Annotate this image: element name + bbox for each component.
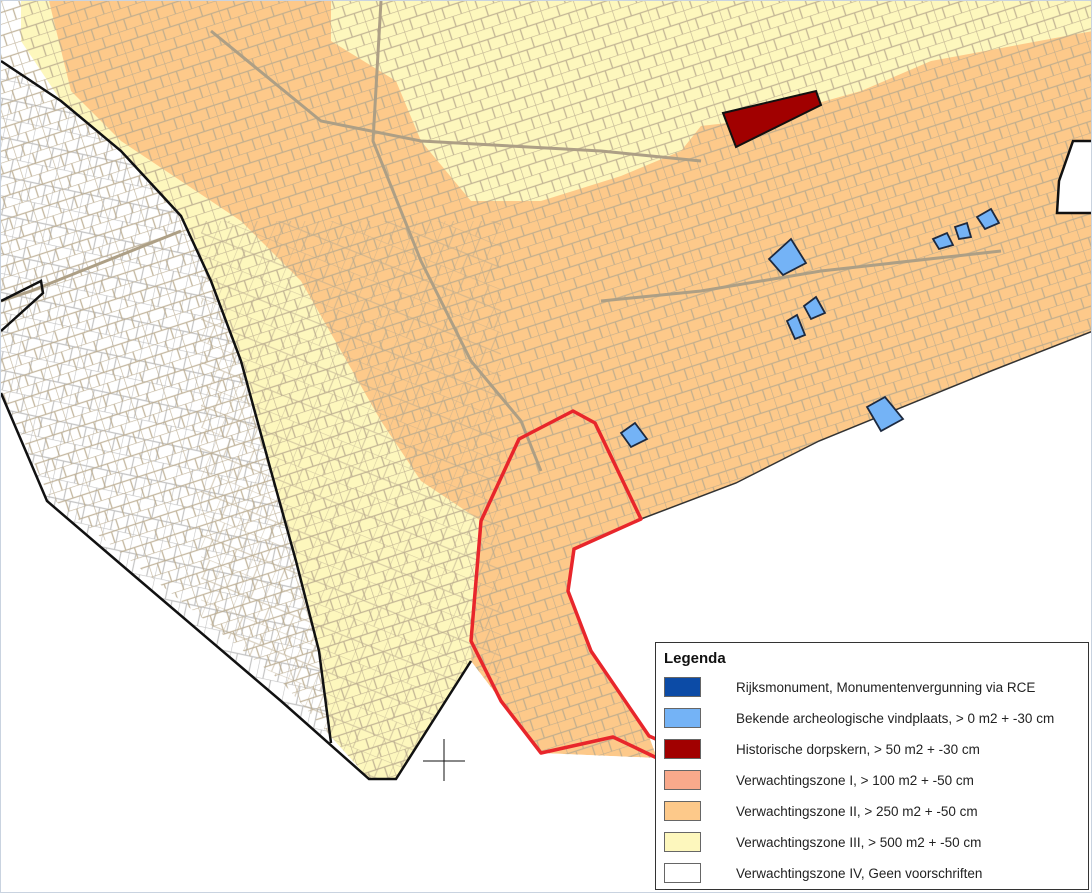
legend-swatch <box>664 677 701 697</box>
legend-swatch <box>664 708 701 728</box>
map-legend: Legenda Rijksmonument, Monumentenvergunn… <box>655 642 1089 890</box>
legend-swatch <box>664 770 701 790</box>
findspot-polygon[interactable] <box>953 221 973 241</box>
legend-swatch <box>664 801 701 821</box>
legend-label: Bekende archeologische vindplaats, > 0 m… <box>736 711 1055 726</box>
crosshair-icon <box>423 739 465 781</box>
legend-label: Verwachtingszone III, > 500 m2 + -50 cm <box>736 835 982 850</box>
legend-item-archeological-site: Bekende archeologische vindplaats, > 0 m… <box>664 708 1084 730</box>
legend-title: Legenda <box>664 650 726 667</box>
map-view[interactable]: Legenda Rijksmonument, Monumentenvergunn… <box>0 0 1092 893</box>
legend-item-zone-iii: Verwachtingszone III, > 500 m2 + -50 cm <box>664 832 1084 854</box>
legend-item-zone-iv: Verwachtingszone IV, Geen voorschriften <box>664 863 1084 885</box>
legend-label: Rijksmonument, Monumentenvergunning via … <box>736 680 1036 695</box>
legend-item-historic-core: Historische dorpskern, > 50 m2 + -30 cm <box>664 739 1084 761</box>
legend-label: Verwachtingszone I, > 100 m2 + -50 cm <box>736 773 974 788</box>
legend-swatch <box>664 863 701 883</box>
legend-label: Historische dorpskern, > 50 m2 + -30 cm <box>736 742 980 757</box>
legend-swatch <box>664 832 701 852</box>
legend-label: Verwachtingszone IV, Geen voorschriften <box>736 866 983 881</box>
legend-item-zone-i: Verwachtingszone I, > 100 m2 + -50 cm <box>664 770 1084 792</box>
legend-item-zone-ii: Verwachtingszone II, > 250 m2 + -50 cm <box>664 801 1084 823</box>
legend-swatch <box>664 739 701 759</box>
legend-item-rijksmonument: Rijksmonument, Monumentenvergunning via … <box>664 677 1084 699</box>
legend-label: Verwachtingszone II, > 250 m2 + -50 cm <box>736 804 978 819</box>
